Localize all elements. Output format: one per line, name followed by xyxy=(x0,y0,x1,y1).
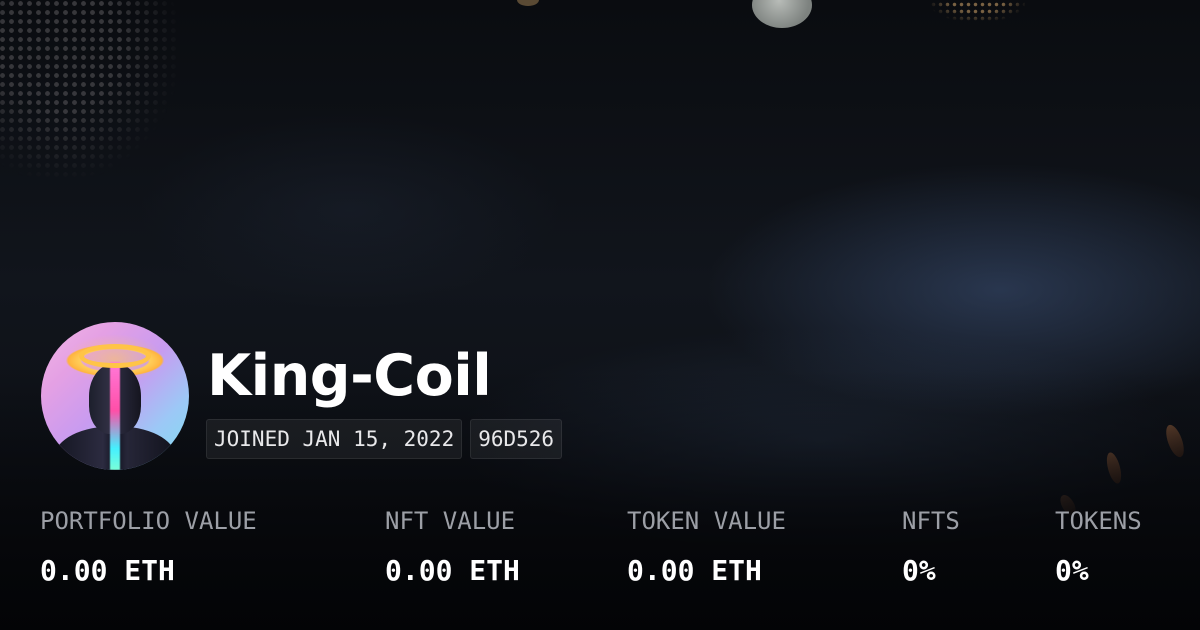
profile-badges: JOINED JAN 15, 2022 96D526 xyxy=(206,419,563,459)
profile-username: King-Coil xyxy=(207,343,492,409)
stat-label: TOKENS xyxy=(1055,507,1142,535)
background-halftone-decoration-top xyxy=(930,0,1025,22)
stat-value: 0.00 ETH xyxy=(385,554,520,587)
stat-value: 0% xyxy=(1055,554,1089,587)
avatar xyxy=(41,322,189,470)
stat-value: 0% xyxy=(902,554,936,587)
joined-date-badge: JOINED JAN 15, 2022 xyxy=(206,419,463,459)
avatar-light-beam xyxy=(110,362,120,470)
background-halftone-decoration xyxy=(0,0,180,180)
stat-nft-value: NFT VALUE 0.00 ETH xyxy=(385,503,520,589)
stat-tokens: TOKENS 0% xyxy=(1055,503,1142,589)
stat-label: NFTS xyxy=(902,507,960,535)
avatar-halo-ring xyxy=(79,344,151,368)
stat-token-value: TOKEN VALUE 0.00 ETH xyxy=(627,503,786,589)
profile-share-card: King-Coil JOINED JAN 15, 2022 96D526 POR… xyxy=(0,0,1200,630)
stat-nfts: NFTS 0% xyxy=(902,503,960,589)
stat-portfolio-value: PORTFOLIO VALUE 0.00 ETH xyxy=(40,503,257,589)
background-planet-decoration xyxy=(752,0,812,28)
stat-value: 0.00 ETH xyxy=(40,554,175,587)
stat-label: PORTFOLIO VALUE xyxy=(40,507,257,535)
wallet-address-badge: 96D526 xyxy=(470,419,563,459)
background-dot-decoration xyxy=(517,0,539,6)
stat-value: 0.00 ETH xyxy=(627,554,762,587)
stat-label: TOKEN VALUE xyxy=(627,507,786,535)
stat-label: NFT VALUE xyxy=(385,507,516,535)
